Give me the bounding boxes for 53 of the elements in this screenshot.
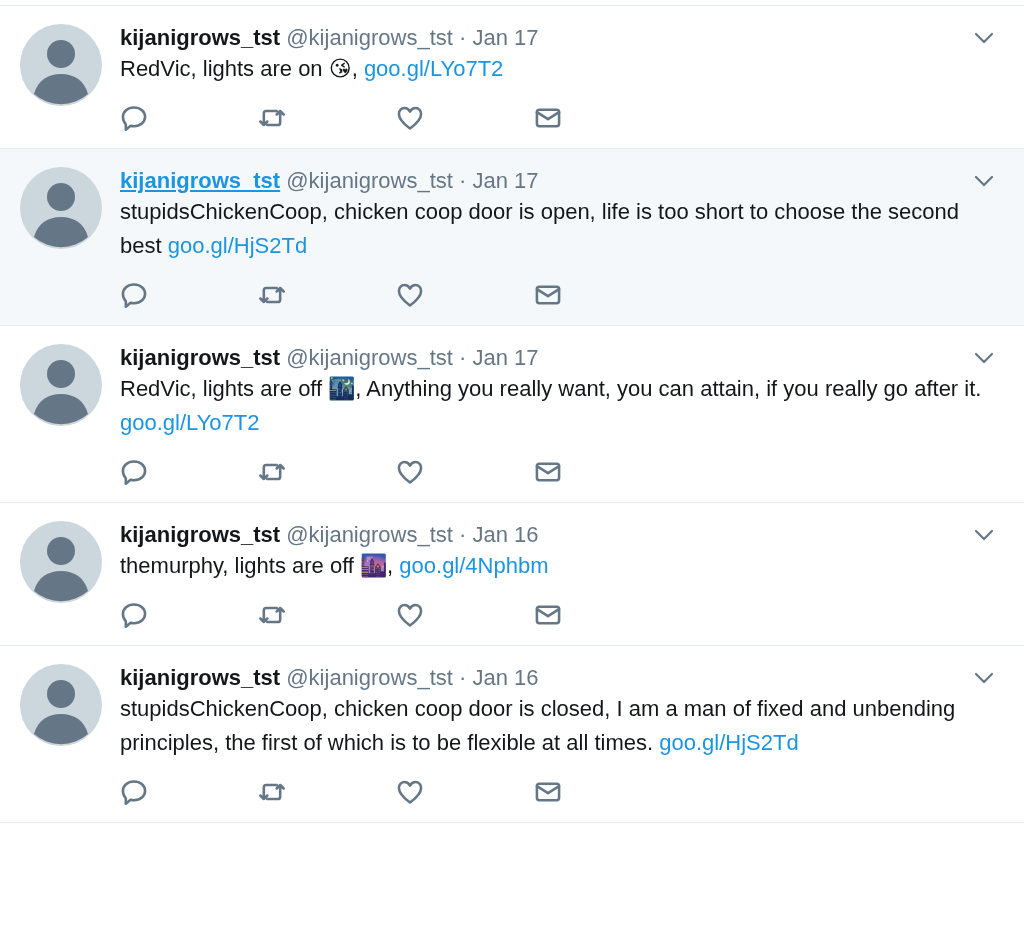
- user-name[interactable]: kijanigrows_tst: [120, 522, 281, 547]
- tweet-link[interactable]: goo.gl/HjS2Td: [659, 730, 799, 755]
- tweet-date[interactable]: Jan 16: [472, 522, 539, 547]
- user-handle: @kijanigrows_tst: [286, 345, 453, 370]
- user-handle: @kijanigrows_tst: [286, 522, 453, 547]
- separator: ·: [459, 25, 467, 50]
- chevron-down-icon[interactable]: [974, 529, 994, 541]
- tweet-date[interactable]: Jan 17: [472, 168, 539, 193]
- separator: ·: [459, 665, 467, 690]
- avatar-icon[interactable]: [20, 664, 102, 746]
- tweet-text: RedVic, lights are off 🌃, Anything you really want, you can attain, if you really go after it. goo.gl/LYo7T2: [120, 375, 983, 437]
- reply-icon[interactable]: [120, 778, 148, 806]
- separator: ·: [459, 345, 467, 370]
- tweet-text: stupidsChickenCoop, chicken coop door is open, life is too short to choose the second best goo.gl/HjS2Td: [120, 198, 960, 260]
- heart-icon[interactable]: [396, 458, 424, 486]
- heart-icon[interactable]: [396, 778, 424, 806]
- avatar-icon[interactable]: [20, 344, 102, 426]
- tweet-date[interactable]: Jan 17: [472, 345, 539, 370]
- user-handle: @kijanigrows_tst: [286, 665, 453, 690]
- reply-icon[interactable]: [120, 104, 148, 132]
- tweet-link[interactable]: goo.gl/HjS2Td: [167, 233, 308, 258]
- chevron-down-icon[interactable]: [974, 175, 994, 187]
- user-name[interactable]: kijanigrows_tst: [120, 168, 281, 193]
- reply-icon[interactable]: [120, 281, 148, 309]
- avatar-icon[interactable]: [20, 521, 102, 603]
- user-handle: @kijanigrows_tst: [286, 168, 453, 193]
- tweet-text: RedVic, lights are on 😘, goo.gl/LYo7T2: [120, 55, 505, 83]
- user-handle: @kijanigrows_tst: [286, 25, 453, 50]
- reply-icon[interactable]: [120, 601, 148, 629]
- chevron-down-icon[interactable]: [974, 352, 994, 364]
- heart-icon[interactable]: [396, 281, 424, 309]
- chevron-down-icon[interactable]: [974, 672, 994, 684]
- reply-icon[interactable]: [120, 458, 148, 486]
- tweet-text: stupidsChickenCoop, chicken coop door is closed, I am a man of fixed and unbending principles, the first of which is to be flexible at all times. goo.gl/HjS2Td: [120, 695, 957, 757]
- tweet-date[interactable]: Jan 17: [472, 25, 539, 50]
- user-name[interactable]: kijanigrows_tst: [120, 25, 281, 50]
- user-name[interactable]: kijanigrows_tst: [120, 345, 281, 370]
- tweet-text: themurphy, lights are off 🌆, goo.gl/4Nphbm: [120, 552, 550, 580]
- user-name[interactable]: kijanigrows_tst: [120, 665, 281, 690]
- separator: ·: [459, 522, 467, 547]
- tweet-card[interactable]: kijanigrows_tst @kijanigrows_tst · Jan 16 themurphy, lights are off 🌆, goo.gl/4Nphbm: [0, 503, 1024, 646]
- tweet-link[interactable]: goo.gl/LYo7T2: [120, 410, 260, 435]
- tweet-date[interactable]: Jan 16: [472, 665, 539, 690]
- separator: ·: [459, 168, 467, 193]
- tweet-link[interactable]: goo.gl/LYo7T2: [363, 56, 504, 81]
- chevron-down-icon[interactable]: [974, 32, 994, 44]
- heart-icon[interactable]: [396, 601, 424, 629]
- avatar-icon[interactable]: [20, 24, 102, 106]
- avatar-icon[interactable]: [20, 167, 102, 249]
- tweet-link[interactable]: goo.gl/4Nphbm: [399, 553, 549, 578]
- tweet-card[interactable]: kijanigrows_tst @kijanigrows_tst · Jan 17 stupidsChickenCoop, chicken coop door is open, life is too short to choose the second best goo.gl/HjS2Td: [0, 149, 1024, 326]
- heart-icon[interactable]: [396, 104, 424, 132]
- tweet-card[interactable]: kijanigrows_tst @kijanigrows_tst · Jan 17 RedVic, lights are off 🌃, Anything you really want, you can attain, if you really go after it. goo.gl/LYo7T2: [0, 326, 1024, 503]
